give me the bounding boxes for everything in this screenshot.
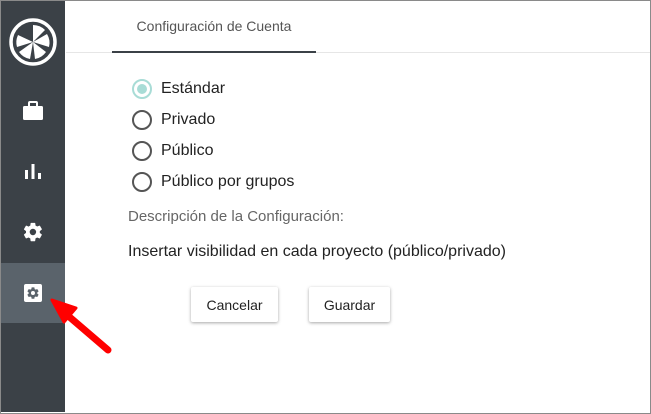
annotation-arrow-icon: [50, 298, 112, 354]
sidebar-item-settings[interactable]: [1, 202, 65, 262]
sidebar-item-reports[interactable]: [1, 141, 65, 201]
radio-label: Privado: [161, 110, 216, 128]
tab-account-settings[interactable]: Configuración de Cuenta: [112, 1, 316, 53]
bar-chart-icon: [25, 164, 41, 179]
radio-option-standard[interactable]: Estándar: [132, 73, 294, 104]
description-label: Descripción de la Configuración:: [128, 208, 344, 225]
visibility-radio-group: Estándar Privado Público Público por gru…: [132, 73, 294, 197]
radio-option-public-by-groups[interactable]: Público por grupos: [132, 166, 294, 197]
cancel-button[interactable]: Cancelar: [191, 287, 278, 322]
save-button[interactable]: Guardar: [309, 287, 390, 322]
radio-button[interactable]: [132, 171, 152, 192]
tab-bar: Configuración de Cuenta: [66, 1, 650, 53]
radio-label: Público: [161, 141, 214, 159]
settings-box-icon: [24, 284, 42, 302]
sidebar-item-projects[interactable]: [1, 81, 65, 141]
radio-button[interactable]: [132, 140, 152, 161]
radio-button-checked[interactable]: [132, 78, 152, 99]
radio-option-public[interactable]: Público: [132, 135, 294, 166]
radio-label: Estándar: [161, 79, 226, 97]
app-logo-icon[interactable]: [8, 17, 58, 67]
briefcase-icon: [23, 101, 43, 120]
radio-button[interactable]: [132, 109, 152, 130]
radio-option-private[interactable]: Privado: [132, 104, 294, 135]
description-text: Insertar visibilidad en cada proyecto (p…: [128, 243, 506, 260]
radio-label: Público por grupos: [161, 172, 295, 190]
gear-icon: [23, 222, 42, 242]
